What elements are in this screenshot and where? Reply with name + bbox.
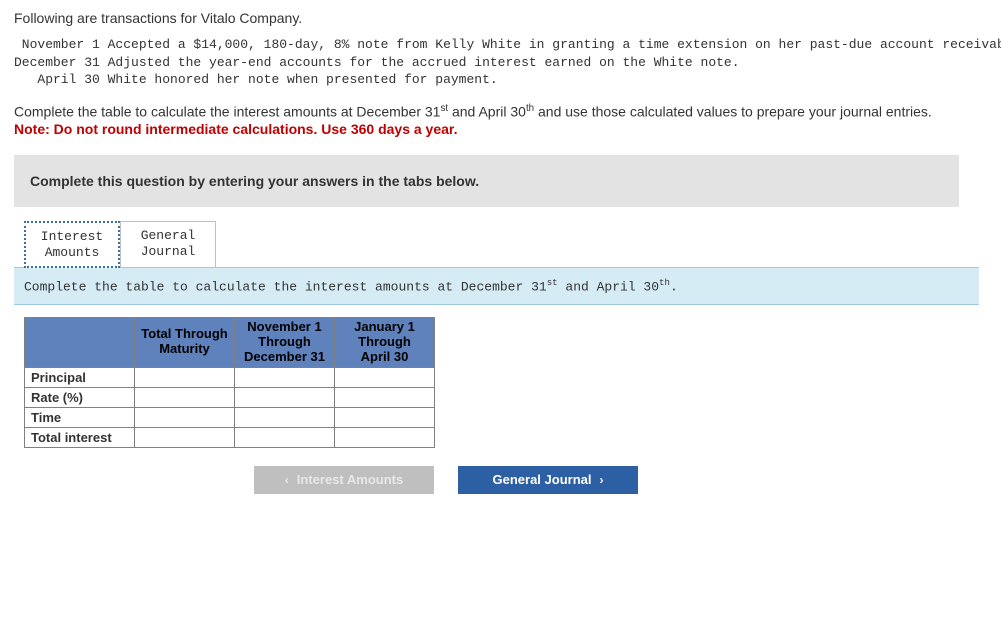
tab-interest-amounts[interactable]: Interest Amounts (24, 221, 120, 268)
transactions-block: November 1 Accepted a $14,000, 180-day, … (14, 36, 987, 89)
row-label-rate: Rate (%) (25, 387, 135, 407)
cell-r3c1[interactable] (135, 407, 235, 427)
tab-journal-line1: General (141, 228, 196, 243)
header-col2b: Through (258, 334, 311, 349)
header-col2a: November 1 (247, 319, 321, 334)
tabs-row: Interest Amounts General Journal (24, 221, 987, 268)
tab-general-journal[interactable]: General Journal (120, 221, 216, 268)
cell-r4c1[interactable] (135, 427, 235, 447)
panel-heading: Complete this question by entering your … (14, 155, 959, 207)
sub-instr-post: . (670, 280, 678, 295)
chevron-right-icon: › (599, 473, 603, 487)
table-row: Time (25, 407, 435, 427)
header-col3b: Through (358, 334, 411, 349)
header-col3a: January 1 (354, 319, 415, 334)
instruction-text: Complete the table to calculate the inte… (14, 103, 987, 120)
table-row: Rate (%) (25, 387, 435, 407)
table-header-row: Total Through Maturity November 1 Throug… (25, 317, 435, 367)
next-button-label: General Journal (493, 472, 592, 487)
header-col2: November 1 Through December 31 (235, 317, 335, 367)
header-col3: January 1 Through April 30 (335, 317, 435, 367)
cell-r3c2[interactable] (235, 407, 335, 427)
cell-r4c3[interactable] (335, 427, 435, 447)
instruction-pre: Complete the table to calculate the inte… (14, 103, 440, 119)
next-button[interactable]: General Journal › (458, 466, 638, 494)
header-col3c: April 30 (361, 349, 409, 364)
cell-r2c2[interactable] (235, 387, 335, 407)
tab-interest-line2: Amounts (45, 245, 100, 260)
tab-interest-line1: Interest (41, 229, 103, 244)
instruction-mid: and April 30 (448, 103, 526, 119)
chevron-left-icon: ‹ (285, 473, 289, 487)
header-empty (25, 317, 135, 367)
sup-st-2: st (547, 277, 558, 288)
table-row: Total interest (25, 427, 435, 447)
sup-th: th (526, 103, 534, 114)
sub-instruction: Complete the table to calculate the inte… (14, 267, 979, 304)
cell-r1c1[interactable] (135, 367, 235, 387)
cell-r2c1[interactable] (135, 387, 235, 407)
prev-button-label: Interest Amounts (297, 472, 403, 487)
prev-button: ‹ Interest Amounts (254, 466, 434, 494)
sup-th-2: th (659, 277, 670, 288)
cell-r3c3[interactable] (335, 407, 435, 427)
sup-st: st (440, 103, 448, 114)
row-label-total-interest: Total interest (25, 427, 135, 447)
cell-r1c2[interactable] (235, 367, 335, 387)
sub-instr-pre: Complete the table to calculate the inte… (24, 280, 547, 295)
instruction-post: and use those calculated values to prepa… (534, 103, 932, 119)
tab-journal-line2: Journal (141, 244, 196, 259)
header-col1: Total Through Maturity (135, 317, 235, 367)
header-col2c: December 31 (244, 349, 325, 364)
nav-row: ‹ Interest Amounts General Journal › (254, 466, 987, 494)
row-label-time: Time (25, 407, 135, 427)
note-text: Note: Do not round intermediate calculat… (14, 121, 987, 137)
interest-table: Total Through Maturity November 1 Throug… (24, 317, 435, 448)
intro-text: Following are transactions for Vitalo Co… (14, 10, 987, 26)
cell-r2c3[interactable] (335, 387, 435, 407)
cell-r4c2[interactable] (235, 427, 335, 447)
cell-r1c3[interactable] (335, 367, 435, 387)
table-row: Principal (25, 367, 435, 387)
sub-instr-mid: and April 30 (558, 280, 659, 295)
row-label-principal: Principal (25, 367, 135, 387)
